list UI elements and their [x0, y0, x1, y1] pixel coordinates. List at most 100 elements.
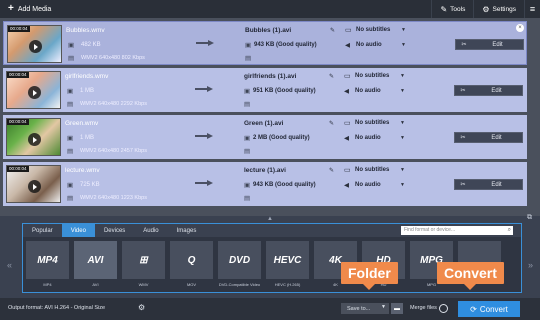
video-thumbnail[interactable]: 00:00:04: [6, 71, 61, 109]
chevron-down-icon[interactable]: ▼: [401, 42, 406, 48]
format-hevc[interactable]: HEVC HEVC (H.265): [266, 241, 309, 288]
format-panel: ▲ ⧉ Popular Video Devices Audio Images F…: [0, 214, 540, 298]
source-file-size: 1 MB: [80, 135, 95, 141]
source-file-name: Green.wmv: [65, 120, 99, 127]
edit-label: Edit: [491, 181, 502, 188]
chevron-down-icon: ▼: [381, 304, 386, 310]
gear-icon[interactable]: ⚙: [138, 303, 145, 312]
chevron-down-icon[interactable]: ▼: [400, 167, 405, 173]
tab-devices[interactable]: Devices: [95, 224, 134, 237]
chevron-down-icon[interactable]: ▼: [400, 88, 405, 94]
bottom-bar: Output format: AVI H.264 - Original Size…: [0, 298, 540, 320]
format-label: MP4: [43, 282, 52, 287]
duration-badge: 00:00:04: [8, 26, 30, 32]
file-row[interactable]: 00:00:04 Bubbles.wmv ▣ 482 KB ▤ WMV2 640…: [3, 21, 527, 65]
file-icon: ▣: [68, 42, 75, 49]
format-mp4[interactable]: MP4 MP4: [26, 241, 69, 288]
file-row[interactable]: 00:00:04 lecture.wmv ▣ 725 KB ▤ WMV2 640…: [3, 162, 527, 206]
source-file-info: WMV2 640x480 2457 Kbps: [80, 148, 147, 154]
play-icon[interactable]: [28, 180, 41, 193]
play-icon[interactable]: [28, 86, 41, 99]
format-mov[interactable]: Q MOV: [170, 241, 213, 288]
edit-button[interactable]: ✂ Edit: [454, 132, 523, 143]
format-search-input[interactable]: Find format or device... ⌕: [401, 226, 513, 235]
video-thumbnail[interactable]: 00:00:04: [7, 25, 62, 63]
settings-label: Settings: [492, 5, 517, 13]
save-to-dropdown[interactable]: Save to... ▼: [341, 303, 389, 314]
chevron-down-icon[interactable]: ▼: [400, 120, 405, 126]
format-tabs: Popular Video Devices Audio Images Find …: [22, 223, 522, 237]
add-media-label: Add Media: [17, 5, 52, 13]
tab-video[interactable]: Video: [61, 224, 95, 237]
chevron-down-icon[interactable]: ▼: [400, 182, 405, 188]
subtitles-dropdown[interactable]: No subtitles: [355, 167, 389, 173]
avi-icon: AVI: [74, 241, 117, 279]
audio-dropdown[interactable]: No audio: [355, 88, 381, 94]
convert-callout: Convert: [437, 262, 504, 290]
video-thumbnail[interactable]: 00:00:04: [6, 118, 61, 156]
settings-button[interactable]: ⚙ Settings: [473, 0, 524, 18]
hamburger-icon[interactable]: ≡: [524, 0, 540, 18]
duration-badge: 00:00:04: [7, 166, 29, 172]
duration-badge: 00:00:04: [7, 72, 29, 78]
pencil-icon[interactable]: ✎: [330, 27, 335, 34]
film-icon: ▤: [244, 148, 251, 155]
play-icon[interactable]: [29, 40, 42, 53]
edit-label: Edit: [492, 41, 503, 48]
tools-button[interactable]: ✎ Tools: [431, 0, 473, 18]
collapse-panel-icon[interactable]: ▲: [267, 216, 273, 222]
pencil-icon[interactable]: ✎: [329, 73, 334, 80]
folder-icon[interactable]: ▬: [391, 303, 403, 314]
scroll-left-icon[interactable]: «: [7, 260, 12, 270]
chevron-down-icon[interactable]: ▼: [400, 135, 405, 141]
audio-dropdown[interactable]: No audio: [356, 42, 382, 48]
audio-dropdown[interactable]: No audio: [355, 135, 381, 141]
tab-images[interactable]: Images: [168, 224, 206, 237]
file-row[interactable]: 00:00:04 girlfriends.wmv ▣ 1 MB ▤ WMV2 6…: [3, 68, 527, 112]
file-icon: ▣: [67, 182, 74, 189]
merge-files-toggle[interactable]: [439, 304, 448, 313]
output-file-size[interactable]: 943 KB (Good quality): [253, 182, 316, 188]
folder-callout: Folder: [341, 262, 398, 290]
format-label: HEVC (H.265): [274, 282, 301, 287]
video-thumbnail[interactable]: 00:00:04: [6, 165, 61, 203]
output-file-name: Bubbles (1).avi: [245, 27, 292, 34]
subtitles-icon: ▭: [344, 120, 351, 127]
add-media-button[interactable]: + Add Media: [0, 0, 59, 18]
audio-dropdown[interactable]: No audio: [355, 182, 381, 188]
close-icon[interactable]: ×: [516, 24, 524, 32]
pencil-icon[interactable]: ✎: [329, 167, 334, 174]
subtitles-icon: ▭: [345, 27, 352, 34]
pencil-icon[interactable]: ✎: [329, 120, 334, 127]
edit-button[interactable]: ✂ Edit: [455, 39, 524, 50]
output-file-name: Green (1).avi: [244, 120, 284, 127]
mp4-icon: MP4: [26, 241, 69, 279]
edit-button[interactable]: ✂ Edit: [454, 179, 523, 190]
chevron-down-icon[interactable]: ▼: [400, 73, 405, 79]
format-label: DVD-Compatible Video: [218, 282, 261, 287]
format-avi[interactable]: AVI AVI: [74, 241, 117, 288]
output-file-size[interactable]: 2 MB (Good quality): [253, 135, 310, 141]
edit-button[interactable]: ✂ Edit: [454, 85, 523, 96]
subtitles-dropdown[interactable]: No subtitles: [355, 73, 389, 79]
subtitles-icon: ▭: [344, 167, 351, 174]
merge-files-label: Merge files: [410, 305, 437, 311]
subtitles-dropdown[interactable]: No subtitles: [356, 27, 390, 33]
format-dvd[interactable]: DVD DVD-Compatible Video: [218, 241, 261, 288]
refresh-icon: ⟳: [470, 304, 477, 314]
sidebar-toggle-icon[interactable]: ⧉: [527, 214, 532, 222]
edit-label: Edit: [491, 87, 502, 94]
chevron-down-icon[interactable]: ▼: [401, 27, 406, 33]
convert-button[interactable]: ⟳ Convert: [458, 301, 520, 317]
tab-popular[interactable]: Popular: [23, 224, 62, 237]
output-file-size[interactable]: 951 KB (Good quality): [253, 88, 316, 94]
convert-label: Convert: [479, 304, 508, 314]
arrow-right-icon: [196, 40, 214, 46]
output-file-size[interactable]: 943 KB (Good quality): [254, 42, 317, 48]
format-wmv[interactable]: ⊞ WMV: [122, 241, 165, 288]
subtitles-dropdown[interactable]: No subtitles: [355, 120, 389, 126]
play-icon[interactable]: [28, 133, 41, 146]
scroll-right-icon[interactable]: »: [528, 260, 533, 270]
tab-audio[interactable]: Audio: [134, 224, 167, 237]
file-row[interactable]: 00:00:04 Green.wmv ▣ 1 MB ▤ WMV2 640x480…: [3, 115, 527, 159]
